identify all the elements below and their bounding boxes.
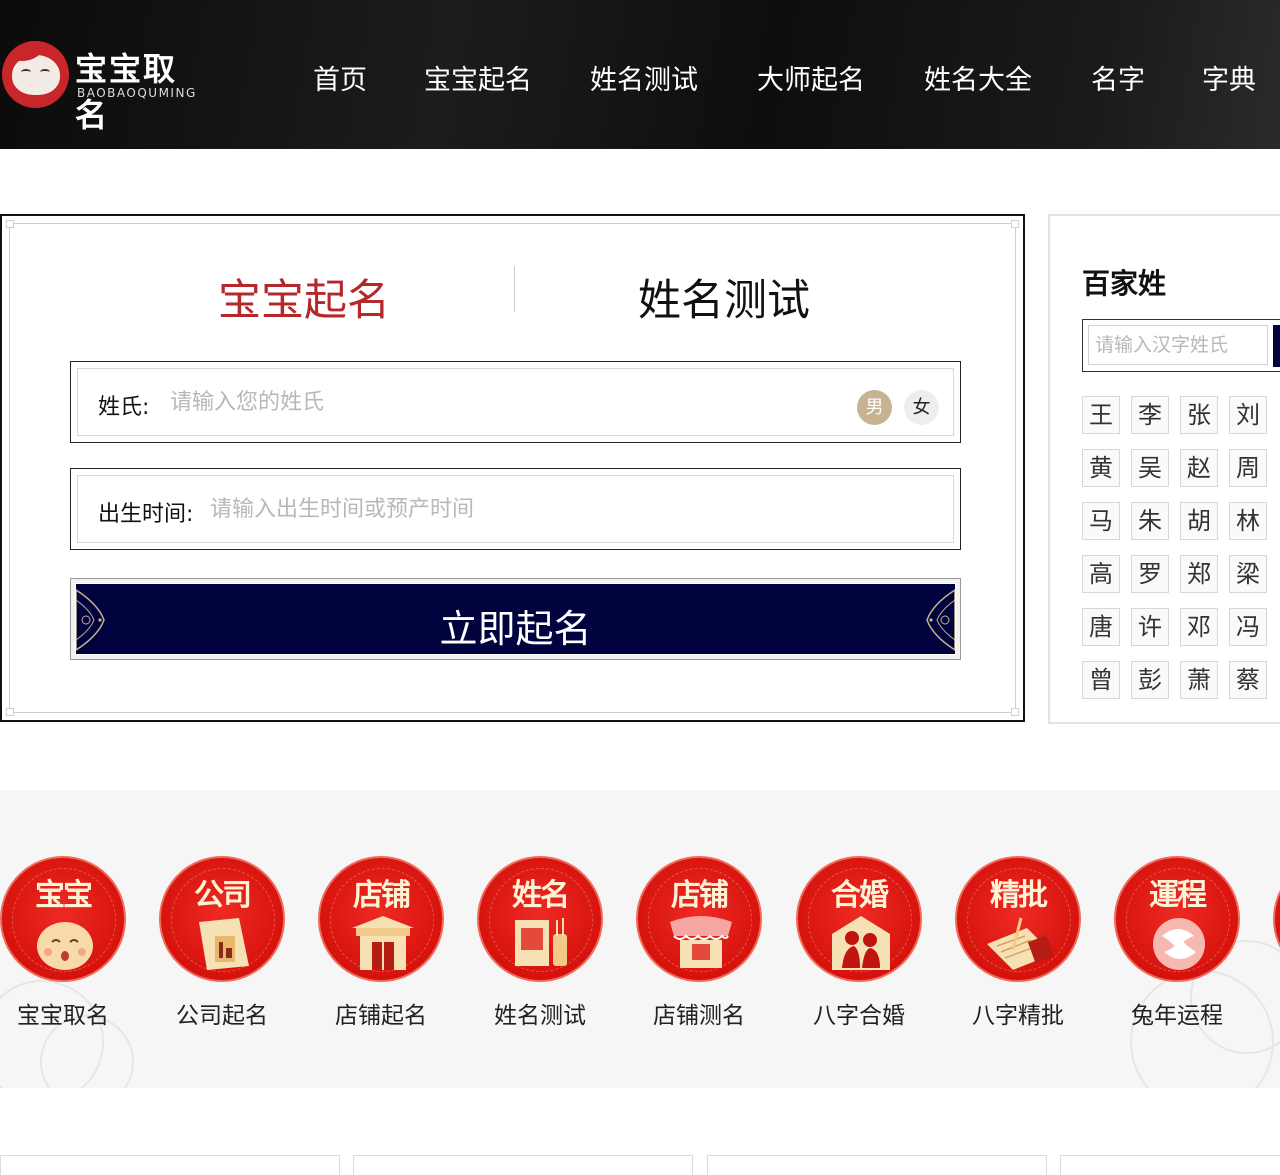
- surname-item[interactable]: 周: [1229, 449, 1267, 487]
- surname-item[interactable]: 萧: [1180, 661, 1218, 699]
- service-label: 兔年运程: [1131, 1003, 1223, 1029]
- content-card-stub: [1060, 1155, 1280, 1175]
- surname-item[interactable]: 王: [1082, 396, 1120, 434]
- gender-female-button[interactable]: 女: [904, 390, 939, 425]
- fish-icon: 運程: [1114, 856, 1240, 982]
- surname-search-input[interactable]: [1088, 325, 1268, 365]
- birth-time-label: 出生时间:: [98, 502, 194, 527]
- surname-search: [1082, 319, 1280, 372]
- surname-item[interactable]: 赵: [1180, 449, 1218, 487]
- site-logo[interactable]: 宝宝取名 BAOBAOQUMING: [0, 38, 210, 134]
- submit-label: 立即起名: [439, 607, 592, 651]
- tab-name-test[interactable]: 姓名测试: [638, 266, 810, 328]
- shop-gate-icon: 店铺: [318, 856, 444, 982]
- gender-male-button[interactable]: 男: [857, 390, 892, 425]
- baby-face-icon: 宝宝: [0, 856, 126, 982]
- surname-label: 姓氏:: [98, 395, 150, 420]
- surname-item[interactable]: 许: [1131, 608, 1169, 646]
- nav-master-naming[interactable]: 大师起名: [757, 58, 865, 97]
- surname-item[interactable]: 黄: [1082, 449, 1120, 487]
- surname-item[interactable]: 朱: [1131, 502, 1169, 540]
- surname-item[interactable]: 唐: [1082, 608, 1120, 646]
- service-label: 姓名测试: [494, 1003, 586, 1029]
- naming-form-card: 宝宝起名 姓名测试 姓氏: 男 女 出生时间: 立即起名: [0, 214, 1025, 722]
- surname-item[interactable]: 郑: [1180, 555, 1218, 593]
- surname-item[interactable]: 高: [1082, 555, 1120, 593]
- service-label: 八字精批: [972, 1003, 1064, 1029]
- nav-baby-naming[interactable]: 宝宝起名: [424, 58, 532, 97]
- nav-dictionary[interactable]: 字典: [1202, 58, 1256, 97]
- surname-search-button[interactable]: [1273, 325, 1280, 367]
- site-header: 宝宝取名 BAOBAOQUMING 首页 宝宝起名 姓名测试 大师起名 姓名大全…: [0, 0, 1280, 149]
- surname-item[interactable]: 张: [1180, 396, 1218, 434]
- surname-item[interactable]: 罗: [1131, 555, 1169, 593]
- tab-baby-naming[interactable]: 宝宝起名: [218, 266, 390, 328]
- service-label: 店铺测名: [653, 1003, 745, 1029]
- ornament-right-icon: [926, 589, 955, 651]
- service-label: 公司起名: [176, 1003, 268, 1029]
- service-label: 八字合婚: [813, 1003, 905, 1029]
- service-label: 店铺起名: [335, 1003, 427, 1029]
- surname-item[interactable]: 梁: [1229, 555, 1267, 593]
- nav-names[interactable]: 名字: [1091, 58, 1145, 97]
- name-test-icon: 姓名: [477, 856, 603, 982]
- surname-item[interactable]: 马: [1082, 502, 1120, 540]
- content-card-stub: [707, 1155, 1047, 1175]
- birth-time-field: 出生时间:: [70, 468, 961, 550]
- birth-time-input[interactable]: [210, 490, 910, 528]
- surname-item[interactable]: 邓: [1180, 608, 1218, 646]
- nav-name-test[interactable]: 姓名测试: [590, 58, 698, 97]
- logo-subtitle: BAOBAOQUMING: [77, 86, 197, 100]
- surname-item[interactable]: 刘: [1229, 396, 1267, 434]
- surname-panel-title: 百家姓: [1082, 267, 1167, 300]
- service-label: 宝宝取名: [17, 1003, 109, 1029]
- surname-field: 姓氏: 男 女: [70, 361, 961, 443]
- surname-item[interactable]: 胡: [1180, 502, 1218, 540]
- content-card-stub: [353, 1155, 693, 1175]
- surname-item[interactable]: 吴: [1131, 449, 1169, 487]
- surname-item[interactable]: 蔡: [1229, 661, 1267, 699]
- nav-home[interactable]: 首页: [313, 58, 367, 97]
- shop-stall-icon: 店铺: [636, 856, 762, 982]
- content-card-stub: [0, 1155, 340, 1175]
- surname-panel: 百家姓 王 李 张 刘 黄 吴 赵 周 马 朱 胡 林 高 罗 郑 梁 唐 许 …: [1048, 214, 1280, 724]
- submit-naming-button[interactable]: 立即起名: [70, 578, 961, 660]
- surname-item[interactable]: 李: [1131, 396, 1169, 434]
- surname-item[interactable]: 曾: [1082, 661, 1120, 699]
- scroll-icon: 精批: [955, 856, 1081, 982]
- couple-icon: 合婚: [796, 856, 922, 982]
- company-icon: 公司: [159, 856, 285, 982]
- services-band: 宝宝 宝宝取名 公司 公司起名 店铺 店铺起名 姓名 姓名测试 店铺 店铺测名 …: [0, 790, 1280, 1088]
- logo-baby-icon: [2, 41, 69, 108]
- surname-input[interactable]: [170, 383, 830, 421]
- surname-item[interactable]: 彭: [1131, 661, 1169, 699]
- tab-divider: [514, 266, 515, 312]
- nav-name-collection[interactable]: 姓名大全: [924, 58, 1032, 97]
- surname-item[interactable]: 林: [1229, 502, 1267, 540]
- surname-item[interactable]: 冯: [1229, 608, 1267, 646]
